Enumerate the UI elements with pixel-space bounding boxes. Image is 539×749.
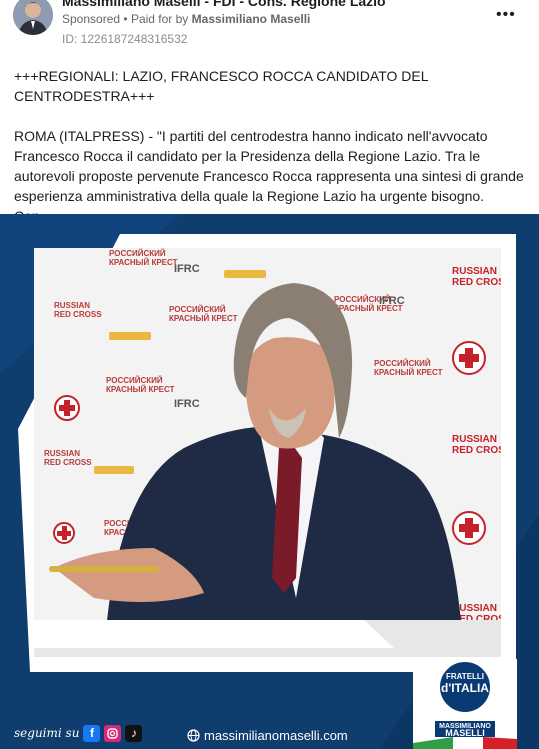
svg-text:IFRC: IFRC [174,263,200,275]
svg-text:IFRC: IFRC [379,295,405,307]
svg-text:RUSSIAN: RUSSIAN [54,301,90,310]
website-text: massimilianomaselli.com [204,728,348,743]
avatar[interactable] [13,0,53,35]
globe-icon [187,729,200,742]
candidate-photo: РОССИЙСКИЙ КРАСНЫЙ КРЕСТ RUSSIAN RED CROSS… [34,248,501,657]
paid-for-by-label: Paid for by [130,12,189,26]
follow-text: seguimi su [14,726,80,740]
svg-text:RUSSIAN: RUSSIAN [44,449,80,458]
post-headline: +++REGIONALI: LAZIO, FRANCESCO ROCCA CAN… [14,68,429,104]
logo-line-2: d'ITALIA [441,681,489,695]
sponsored-label: Sponsored [62,12,121,26]
meta-dot: • [123,12,131,26]
svg-text:RUSSIAN: RUSSIAN [452,266,497,277]
svg-text:РОССИЙСКИЙ: РОССИЙСКИЙ [106,376,163,385]
sponsor-name: Massimiliano Maselli [191,12,311,26]
party-logo-mark: FRATELLI d'ITALIA MASSIMILIANO MASELLI [413,659,517,749]
website-link: massimilianomaselli.com [187,728,348,743]
svg-text:IFRC: IFRC [174,398,200,410]
fratelli-ditalia-logo: FRATELLI d'ITALIA MASSIMILIANO MASELLI [413,659,517,749]
creative-footer: seguimi su f ♪ [14,721,146,745]
svg-text:РОССИЙСКИЙ: РОССИЙСКИЙ [109,249,166,258]
ad-creative-image[interactable]: РОССИЙСКИЙ КРАСНЫЙ КРЕСТ RUSSIAN RED CROSS… [0,214,539,749]
logo-name-2: MASELLI [445,728,485,738]
svg-text:РОССИЙСКИЙ: РОССИЙСКИЙ [374,359,431,368]
instagram-icon [104,724,122,742]
avatar-portrait [13,0,53,35]
svg-text:КРАСНЫЙ КРЕСТ: КРАСНЫЙ КРЕСТ [374,368,443,377]
svg-text:RED CROSS: RED CROSS [44,458,92,467]
sponsored-line: Sponsored • Paid for by Massimiliano Mas… [62,12,310,26]
svg-text:RED CROSS: RED CROSS [452,445,501,456]
logo-line-1: FRATELLI [446,672,484,681]
svg-text:RED CROSS: RED CROSS [452,277,501,288]
ad-id: ID: 1226187248316532 [62,32,188,46]
post-body[interactable]: ROMA (ITALPRESS) - "I partiti del centro… [14,126,524,226]
press-conference-scene: РОССИЙСКИЙКРАСНЫЙ КРЕСТ RUSSIANRED CROSS… [34,248,501,657]
svg-text:КРАСНЫЙ КРЕСТ: КРАСНЫЙ КРЕСТ [106,385,175,394]
svg-text:РОССИЙСКИЙ: РОССИЙСКИЙ [169,305,226,314]
svg-text:RUSSIAN: RUSSIAN [452,434,497,445]
svg-text:КРАСНЫЙ КРЕСТ: КРАСНЫЙ КРЕСТ [109,258,178,267]
facebook-icon: f [83,724,101,742]
more-options-button[interactable]: ••• [496,6,516,24]
svg-text:КРАСНЫЙ КРЕСТ: КРАСНЫЙ КРЕСТ [169,314,238,323]
ad-header: Massimiliano Maselli - FDI - Cons. Regio… [0,0,539,56]
page-name[interactable]: Massimiliano Maselli - FDI - Cons. Regio… [62,0,386,9]
tiktok-icon: ♪ [125,724,143,742]
svg-text:RED CROSS: RED CROSS [54,310,102,319]
